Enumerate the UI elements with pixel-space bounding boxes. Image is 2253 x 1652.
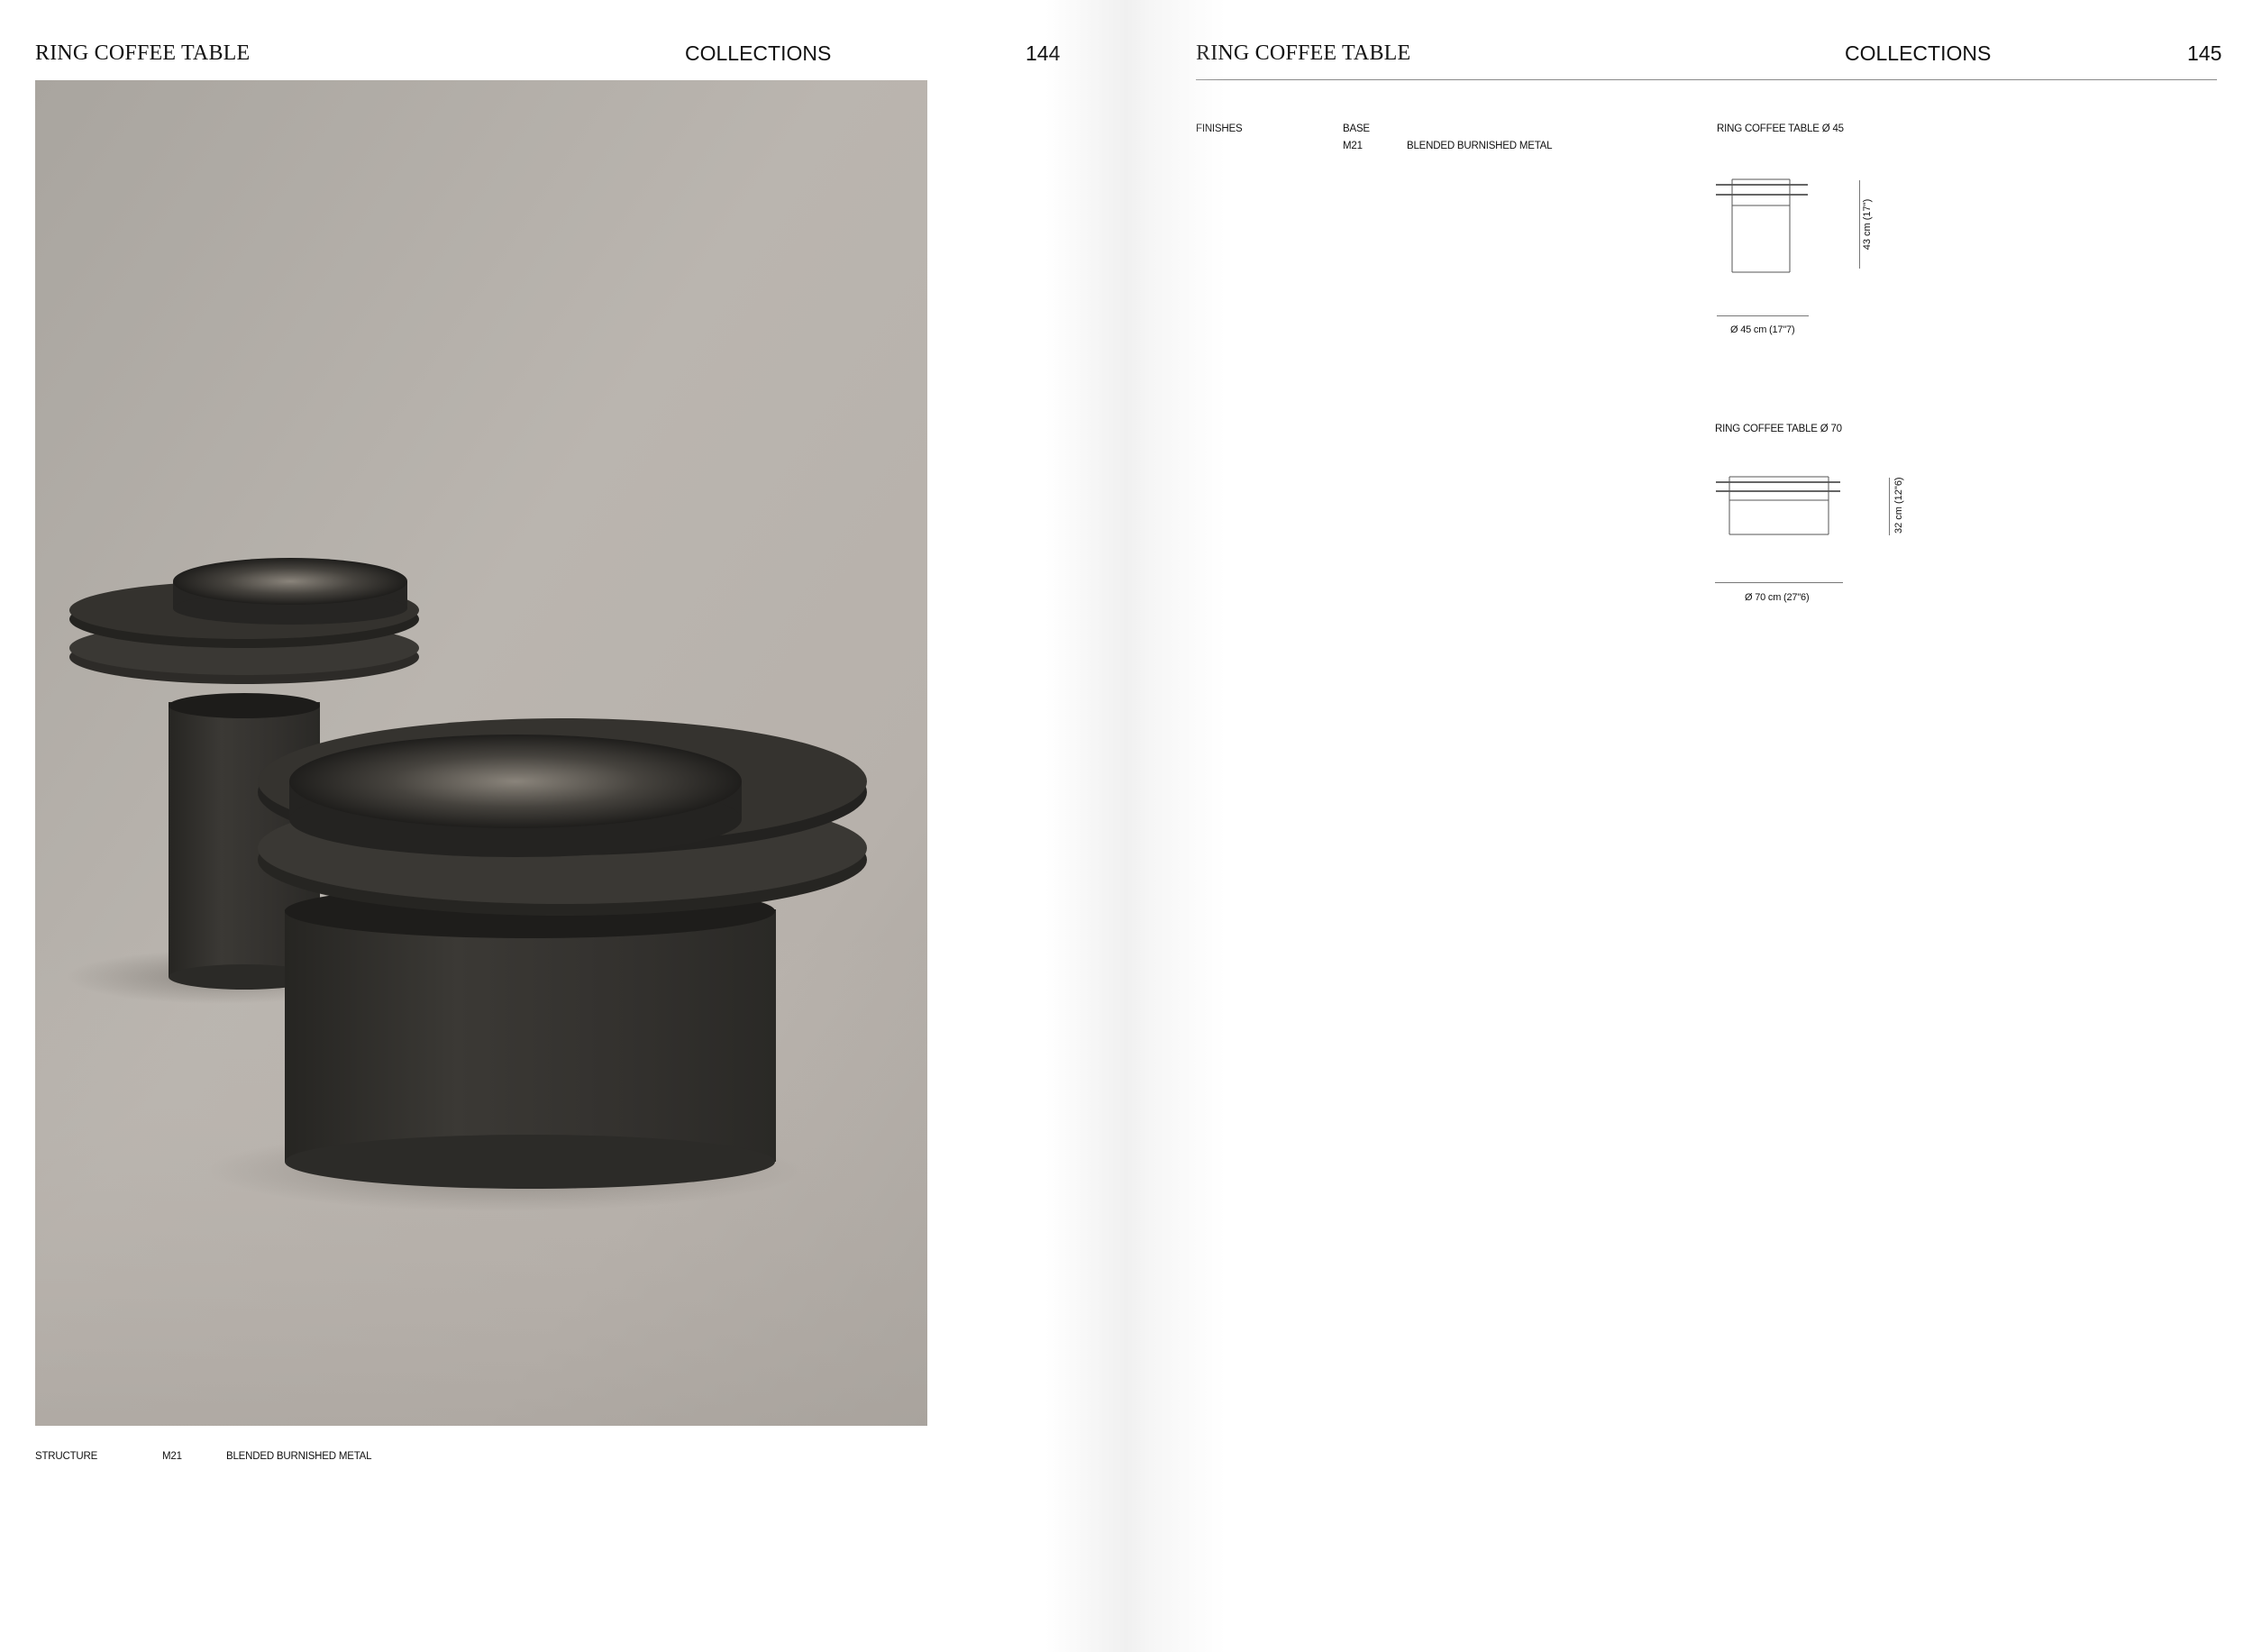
finishes-group: BASE — [1343, 123, 1370, 134]
right-page: RING COFFEE TABLE COLLECTIONS 145 FINISH… — [1126, 0, 2253, 1652]
book-gutter-shadow — [1045, 0, 1226, 1652]
caption-code: M21 — [162, 1451, 182, 1462]
drawing-title: RING COFFEE TABLE Ø 45 — [1717, 123, 1844, 134]
finishes-finish: BLENDED BURNISHED METAL — [1407, 141, 1553, 151]
page-title: RING COFFEE TABLE — [35, 41, 251, 65]
height-dimension-line — [1859, 180, 1860, 269]
caption-label: STRUCTURE — [35, 1451, 98, 1462]
table-45-elevation-drawing — [1716, 178, 1808, 273]
width-dimension-label: Ø 70 cm (27"6) — [1745, 592, 1810, 603]
header-rule — [1196, 79, 2217, 80]
width-dimension-line — [1717, 315, 1809, 316]
width-dimension-line — [1715, 582, 1843, 583]
section-label: COLLECTIONS — [1845, 41, 1992, 65]
section-label: COLLECTIONS — [685, 41, 832, 65]
width-dimension-label: Ø 45 cm (17"7) — [1730, 324, 1795, 335]
page-number: 145 — [2187, 41, 2222, 65]
finishes-code: M21 — [1343, 141, 1363, 151]
caption-finish: BLENDED BURNISHED METAL — [226, 1451, 372, 1462]
table-70-elevation-drawing — [1716, 476, 1840, 535]
height-dimension-line — [1889, 478, 1890, 535]
page-title: RING COFFEE TABLE — [1196, 41, 1411, 65]
left-page: RING COFFEE TABLE COLLECTIONS 144 STRUCT… — [0, 0, 1126, 1652]
height-dimension-label: 32 cm (12"6) — [1893, 477, 1904, 534]
product-photo — [35, 80, 927, 1426]
height-dimension-label: 43 cm (17") — [1862, 198, 1873, 251]
ring-coffee-table-photo — [35, 80, 927, 1426]
drawing-title: RING COFFEE TABLE Ø 70 — [1715, 424, 1842, 434]
